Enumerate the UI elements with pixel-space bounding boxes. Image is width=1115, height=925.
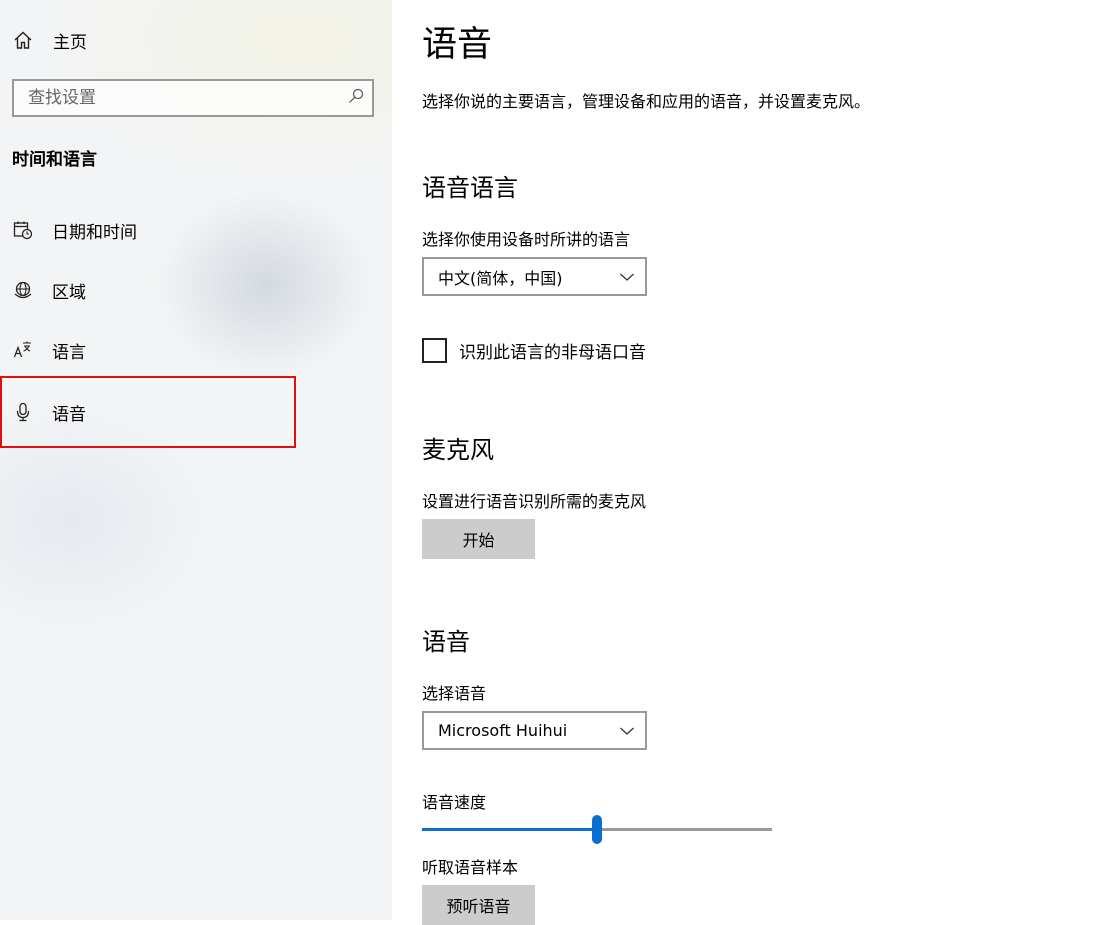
calendar-clock-icon bbox=[12, 219, 34, 241]
chevron-down-icon bbox=[619, 721, 635, 740]
sidebar-item-label: 语言 bbox=[52, 342, 86, 363]
speed-label: 语音速度 bbox=[422, 793, 487, 812]
home-label: 主页 bbox=[53, 32, 87, 53]
preview-voice-button[interactable]: 预听语音 bbox=[422, 885, 535, 925]
voice-value: Microsoft Huihui bbox=[438, 721, 568, 740]
globe-icon bbox=[12, 279, 34, 301]
sidebar-item-speech[interactable]: 语音 bbox=[0, 376, 296, 448]
voice-dropdown[interactable]: Microsoft Huihui bbox=[422, 711, 647, 750]
accent-checkbox-label: 识别此语言的非母语口音 bbox=[459, 343, 646, 363]
sidebar-item-region[interactable]: 区域 bbox=[0, 260, 296, 320]
voices-heading: 语音 bbox=[422, 628, 470, 656]
accent-checkbox[interactable] bbox=[422, 338, 447, 363]
home-icon bbox=[12, 29, 34, 51]
slider-thumb[interactable] bbox=[592, 815, 602, 844]
choose-voice-label: 选择语音 bbox=[422, 684, 487, 703]
home-link[interactable]: 主页 bbox=[12, 26, 87, 54]
accent-checkbox-row[interactable]: 识别此语言的非母语口音 bbox=[422, 338, 646, 363]
speech-language-heading: 语音语言 bbox=[422, 174, 518, 202]
microphone-label: 设置进行语音识别所需的麦克风 bbox=[422, 492, 647, 511]
sidebar-item-label: 日期和时间 bbox=[52, 222, 137, 243]
page-title: 语音 bbox=[422, 25, 493, 65]
speech-language-value: 中文(简体，中国) bbox=[438, 268, 563, 288]
speech-speed-slider[interactable] bbox=[422, 815, 772, 845]
page-description: 选择你说的主要语言，管理设备和应用的语音，并设置麦克风。 bbox=[422, 92, 871, 111]
chevron-down-icon bbox=[619, 267, 635, 286]
speech-language-label: 选择你使用设备时所讲的语言 bbox=[422, 230, 631, 249]
sidebar-item-label: 语音 bbox=[52, 404, 86, 425]
microphone-icon bbox=[12, 401, 34, 423]
search-icon[interactable] bbox=[348, 88, 364, 108]
speech-language-dropdown[interactable]: 中文(简体，中国) bbox=[422, 257, 647, 296]
settings-search[interactable] bbox=[12, 79, 374, 117]
sidebar-item-label: 区域 bbox=[52, 282, 86, 303]
section-title: 时间和语言 bbox=[12, 150, 97, 170]
sidebar-item-date-time[interactable]: 日期和时间 bbox=[0, 200, 296, 260]
search-input[interactable] bbox=[28, 88, 318, 108]
sidebar-item-language[interactable]: 语言 bbox=[0, 320, 296, 380]
slider-fill bbox=[422, 828, 597, 831]
preview-label: 听取语音样本 bbox=[422, 858, 519, 877]
microphone-heading: 麦克风 bbox=[422, 436, 494, 464]
start-button[interactable]: 开始 bbox=[422, 519, 535, 559]
sidebar: 主页 时间和语言 日期和时间 区域 语言 语音 bbox=[0, 0, 392, 920]
language-icon bbox=[12, 339, 34, 361]
